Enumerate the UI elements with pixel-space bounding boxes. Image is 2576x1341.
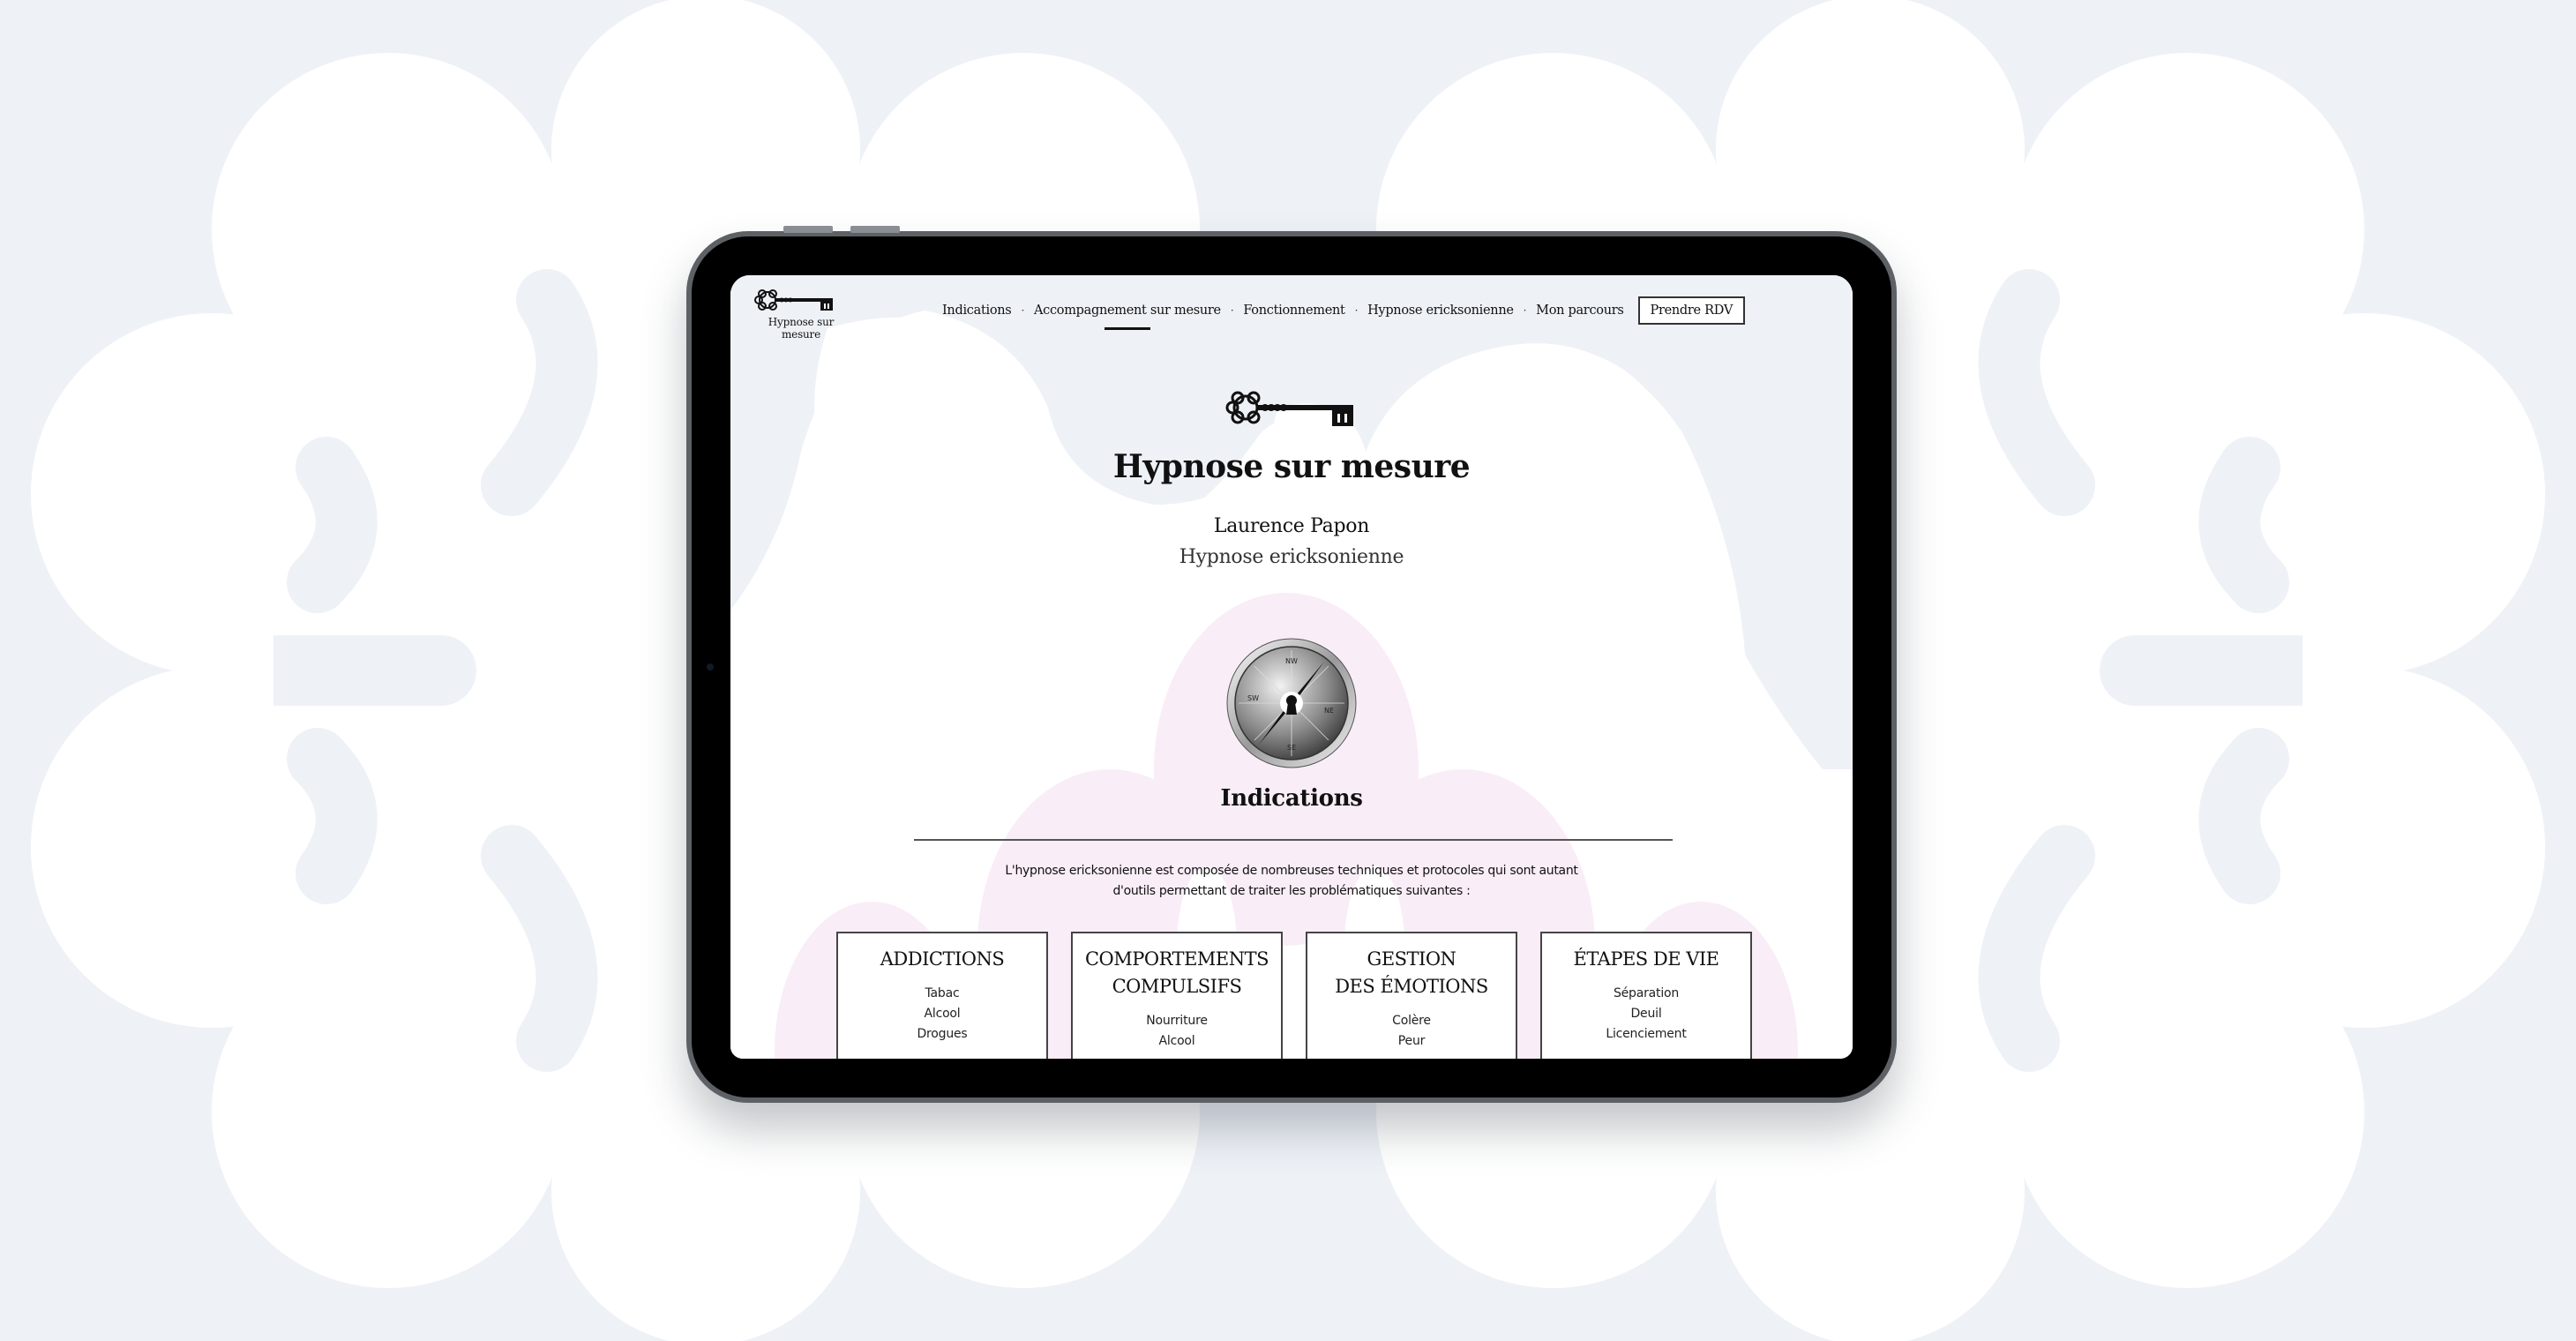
nav-separator: ·: [1354, 304, 1359, 317]
practitioner-specialty: Hypnose ericksonienne: [1179, 546, 1404, 568]
tablet-camera: [707, 663, 714, 670]
card-items: Colère Peur: [1307, 1011, 1516, 1052]
tablet-screen: Hypnose sur mesure Indications · Accompa…: [730, 275, 1853, 1059]
card-item: Nourriture: [1146, 1014, 1208, 1028]
card-title-line: ÉTAPES DE VIE: [1573, 948, 1719, 970]
indications-cards: ADDICTIONS Tabac Alcool Drogues COMPORTE…: [836, 932, 1752, 1059]
svg-text:NE: NE: [1324, 707, 1334, 715]
card-item: Alcool: [924, 1007, 961, 1021]
nav-separator: ·: [1230, 304, 1234, 317]
card-comportements-compulsifs: COMPORTEMENTS COMPULSIFS Nourriture Alco…: [1071, 932, 1283, 1059]
svg-text:SE: SE: [1287, 744, 1296, 752]
book-appointment-button[interactable]: Prendre RDV: [1637, 296, 1745, 325]
card-item: Séparation: [1613, 986, 1680, 1000]
card-title-line: COMPORTEMENTS: [1084, 948, 1269, 970]
card-items: Séparation Deuil Licenciement: [1542, 984, 1750, 1045]
main-nav: Indications · Accompagnement sur mesure …: [942, 296, 1745, 325]
card-title-line: DES ÉMOTIONS: [1335, 976, 1488, 997]
card-item: Licenciement: [1606, 1027, 1687, 1041]
svg-text:SW: SW: [1247, 694, 1259, 702]
card-title: GESTION DES ÉMOTIONS: [1307, 946, 1516, 1000]
practitioner-name: Laurence Papon: [1213, 515, 1370, 537]
card-title: ÉTAPES DE VIE: [1542, 946, 1750, 973]
intro-line: L'hypnose ericksonienne est composée de …: [1005, 864, 1578, 878]
compass-keyhole-icon: NW NE SW SE: [1226, 638, 1357, 768]
card-title-line: ADDICTIONS: [880, 948, 1005, 970]
site-logo-text: Hypnose sur mesure: [768, 316, 835, 341]
card-title: ADDICTIONS: [838, 946, 1046, 973]
card-gestion-emotions: GESTION DES ÉMOTIONS Colère Peur: [1306, 932, 1517, 1059]
nav-item-mon-parcours[interactable]: Mon parcours: [1536, 303, 1624, 318]
card-title: COMPORTEMENTS COMPULSIFS: [1073, 946, 1281, 1000]
card-item: Peur: [1397, 1034, 1426, 1048]
card-item: Alcool: [1158, 1034, 1195, 1048]
card-addictions: ADDICTIONS Tabac Alcool Drogues: [836, 932, 1048, 1059]
card-item: Colère: [1392, 1014, 1431, 1028]
tablet-volume-button: [850, 226, 900, 233]
nav-separator: ·: [1523, 304, 1527, 317]
intro-line: d'outils permettant de traiter les probl…: [1112, 884, 1471, 898]
section-title-indications: Indications: [1220, 785, 1363, 812]
card-items: Tabac Alcool Drogues: [838, 984, 1046, 1045]
section-divider: [914, 839, 1673, 841]
card-item: Tabac: [925, 986, 960, 1000]
nav-item-accompagnement[interactable]: Accompagnement sur mesure: [1034, 303, 1221, 318]
skeleton-key-icon: [754, 289, 833, 311]
tablet-volume-button: [783, 226, 833, 233]
card-title-line: GESTION: [1367, 948, 1456, 970]
nav-item-indications[interactable]: Indications: [942, 303, 1012, 318]
card-etapes-de-vie: ÉTAPES DE VIE Séparation Deuil Licenciem…: [1540, 932, 1752, 1059]
page-title: Hypnose sur mesure: [1112, 448, 1471, 485]
card-items: Nourriture Alcool: [1073, 1011, 1281, 1052]
svg-text:NW: NW: [1285, 657, 1298, 665]
nav-item-hypnose-ericksonienne[interactable]: Hypnose ericksonienne: [1367, 303, 1514, 318]
indications-intro: L'hypnose ericksonienne est composée de …: [730, 861, 1853, 902]
skeleton-key-icon: [1225, 391, 1353, 426]
nav-item-fonctionnement[interactable]: Fonctionnement: [1243, 303, 1345, 318]
card-item: Deuil: [1630, 1007, 1662, 1021]
card-item: Drogues: [917, 1027, 968, 1041]
nav-separator: ·: [1021, 304, 1024, 317]
card-title-line: COMPULSIFS: [1112, 976, 1242, 997]
site-logo[interactable]: Hypnose sur mesure: [748, 286, 854, 341]
